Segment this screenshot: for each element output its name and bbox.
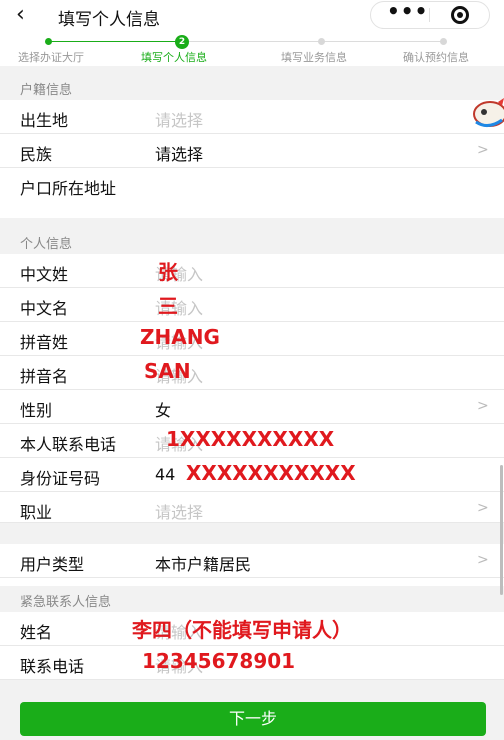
py-surname-label: 拼音姓 <box>20 333 69 352</box>
hukou-address-label: 户口所在地址 <box>20 179 117 198</box>
cn-given-row[interactable]: 中文名 请输入 <box>0 288 504 322</box>
close-circle-icon[interactable] <box>451 6 469 24</box>
gap <box>0 218 504 228</box>
section-personal-header: 个人信息 <box>0 228 504 254</box>
divider <box>0 66 504 74</box>
step-3-label: 填写业务信息 <box>281 51 347 64</box>
chevron-right-icon: > <box>477 398 489 414</box>
annotation-emergency-name: 李四（不能填写申请人） <box>132 618 352 642</box>
id-number-label: 身份证号码 <box>20 469 101 488</box>
chevron-right-icon: > <box>477 500 489 516</box>
step-line-done <box>50 41 182 42</box>
occupation-select[interactable]: 请选择 <box>155 499 203 523</box>
py-given-row[interactable]: 拼音名 请输入 <box>0 356 504 390</box>
emergency-phone-label: 联系电话 <box>20 657 85 676</box>
annotation-emergency-phone: 12345678901 <box>142 649 296 673</box>
user-type-select[interactable]: 本市户籍居民 <box>155 551 251 575</box>
occupation-row[interactable]: 职业 请选择 > <box>0 492 504 523</box>
more-icon[interactable]: ••• <box>387 0 428 23</box>
cn-surname-row[interactable]: 中文姓 请输入 <box>0 254 504 288</box>
navigation-bar: ‹ 填写个人信息 ••• <box>0 0 504 34</box>
step-progress: 2 选择办证大厅 填写个人信息 填写业务信息 确认预约信息 <box>0 34 504 66</box>
emergency-name-label: 姓名 <box>20 623 53 642</box>
step-1-dot <box>45 38 52 45</box>
mini-program-capsule: ••• <box>370 0 490 29</box>
annotation-pinyin-given: SAN <box>144 359 191 383</box>
assistant-mascot-icon[interactable] <box>468 94 504 134</box>
step-2-label: 填写个人信息 <box>141 51 207 64</box>
section-household-header: 户籍信息 <box>0 74 504 100</box>
birthplace-select[interactable]: 请选择 <box>155 107 203 131</box>
cn-surname-label: 中文姓 <box>20 265 69 284</box>
annotation-id-number: XXXXXXXXXXX <box>186 461 356 485</box>
gender-select[interactable]: 女 <box>155 397 171 421</box>
page-title: 填写个人信息 <box>58 10 160 30</box>
chevron-right-icon: > <box>477 552 489 568</box>
annotation-surname: 张 <box>158 260 178 284</box>
section-title: 户籍信息 <box>20 83 73 98</box>
birthplace-label: 出生地 <box>20 111 69 130</box>
step-4-label: 确认预约信息 <box>403 51 469 64</box>
ethnicity-label: 民族 <box>20 145 53 164</box>
annotation-pinyin-surname: ZHANG <box>140 325 220 349</box>
chevron-right-icon: > <box>477 142 489 158</box>
step-2-dot: 2 <box>175 35 189 49</box>
step-line-todo <box>182 41 442 42</box>
py-given-label: 拼音名 <box>20 367 69 386</box>
step-1-label: 选择办证大厅 <box>18 51 84 64</box>
annotation-phone: 1XXXXXXXXXX <box>166 427 335 451</box>
section-title: 个人信息 <box>20 237 73 252</box>
next-step-button[interactable]: 下一步 <box>20 702 486 736</box>
occupation-label: 职业 <box>20 503 53 522</box>
capsule-divider <box>429 8 430 22</box>
gender-row[interactable]: 性别 女 > <box>0 390 504 424</box>
annotation-given-name: 三 <box>158 294 178 318</box>
birthplace-row[interactable]: 出生地 请选择 <box>0 100 504 134</box>
section-emergency-header: 紧急联系人信息 <box>0 586 504 612</box>
phone-label: 本人联系电话 <box>20 435 117 454</box>
scrollbar[interactable] <box>500 465 503 595</box>
hukou-address-row[interactable]: 户口所在地址 <box>0 168 504 218</box>
step-4-dot <box>440 38 447 45</box>
gender-label: 性别 <box>20 401 53 420</box>
back-icon[interactable]: ‹ <box>16 2 25 27</box>
py-surname-row[interactable]: 拼音姓 请输入 <box>0 322 504 356</box>
section-title: 紧急联系人信息 <box>20 595 112 610</box>
ethnicity-row[interactable]: 民族 请选择 > <box>0 134 504 168</box>
user-type-label: 用户类型 <box>20 555 85 574</box>
ethnicity-select[interactable]: 请选择 <box>155 141 203 165</box>
id-number-input[interactable]: 44 <box>155 465 175 484</box>
user-type-row[interactable]: 用户类型 本市户籍居民 > <box>0 544 504 578</box>
cn-given-label: 中文名 <box>20 299 69 318</box>
gap <box>0 523 504 544</box>
step-3-dot <box>318 38 325 45</box>
